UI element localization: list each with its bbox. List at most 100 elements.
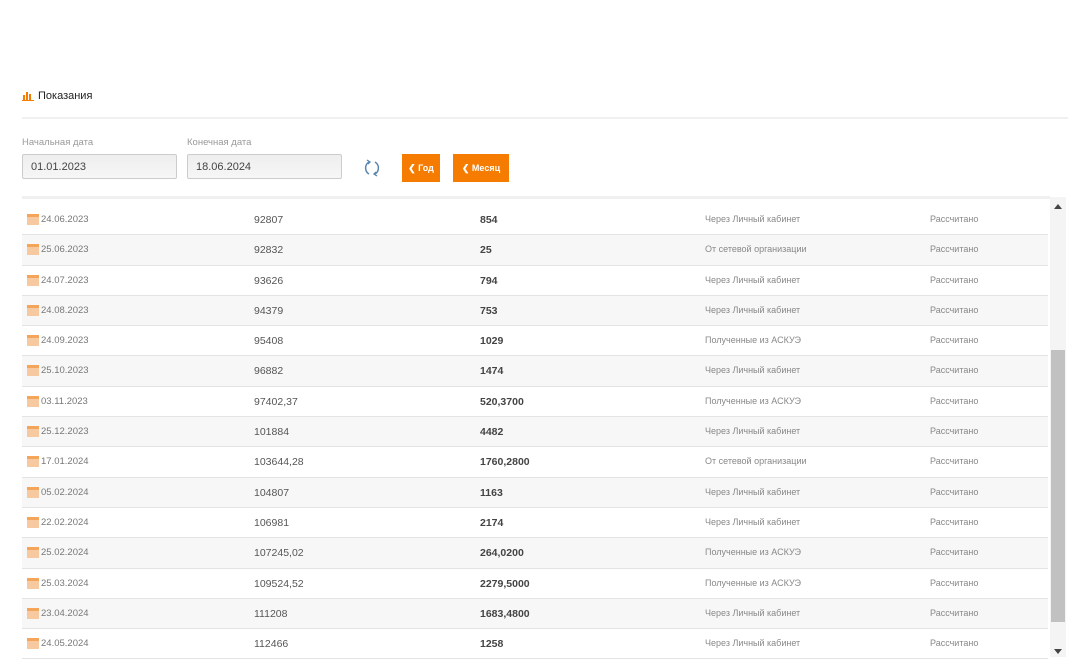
table-row[interactable]: 24.06.2023 92807 854 Через Личный кабине… [22, 205, 1048, 236]
source-cell: Через Личный кабинет [705, 486, 801, 497]
table-row[interactable]: 05.02.2024 104807 1163 Через Личный каби… [22, 477, 1048, 508]
date-cell: 23.04.2024 [27, 607, 89, 619]
consumption-cell: 1474 [480, 365, 504, 378]
consumption-cell: 1163 [480, 486, 503, 499]
section-title: Показания [22, 90, 92, 102]
consumption-cell: 4482 [480, 426, 504, 439]
source-cell: Через Личный кабинет [705, 214, 801, 224]
table-row[interactable]: 24.09.2023 95408 1029 Полученные из АСКУ… [22, 326, 1048, 357]
status-cell: Рассчитано [930, 365, 979, 376]
date-cell: 24.05.2024 [27, 638, 89, 650]
table-row[interactable]: 24.08.2023 94379 753 Через Личный кабине… [22, 295, 1048, 327]
calendar-icon [27, 244, 39, 256]
readings-table: 24.06.2023 92807 854 Через Личный кабине… [22, 205, 1048, 659]
reading-cell: 94379 [254, 304, 284, 317]
consumption-cell: 753 [480, 304, 498, 317]
source-cell: От сетевой организации [705, 244, 807, 255]
table-row[interactable]: 03.11.2023 97402,37 520,3700 Полученные … [22, 387, 1048, 418]
calendar-icon [27, 365, 39, 377]
calendar-icon [27, 516, 39, 528]
date-cell: 17.01.2024 [27, 456, 89, 468]
status-cell: Рассчитано [930, 516, 979, 527]
scroll-up-icon[interactable] [1054, 204, 1062, 209]
consumption-cell: 794 [480, 274, 498, 287]
calendar-icon [27, 274, 39, 286]
source-cell: Полученные из АСКУЭ [705, 547, 801, 558]
source-cell: Через Личный кабинет [705, 274, 801, 285]
scrollbar[interactable] [1050, 197, 1066, 657]
status-cell: Рассчитано [930, 577, 979, 588]
source-cell: Полученные из АСКУЭ [705, 335, 801, 346]
consumption-cell: 520,3700 [480, 395, 524, 408]
scroll-down-icon[interactable] [1054, 649, 1062, 654]
date-cell: 25.12.2023 [27, 426, 89, 438]
reading-cell: 97402,37 [254, 395, 298, 408]
table-row[interactable]: 25.12.2023 101884 4482 Через Личный каби… [22, 417, 1048, 448]
source-cell: Через Личный кабинет [705, 516, 801, 527]
status-cell: Рассчитано [930, 244, 979, 255]
status-cell: Рассчитано [930, 395, 979, 406]
calendar-icon [27, 638, 39, 650]
status-cell: Рассчитано [930, 274, 979, 285]
date-cell: 05.02.2024 [27, 486, 89, 498]
consumption-cell: 1683,4800 [480, 607, 530, 620]
date-cell: 25.10.2023 [27, 365, 89, 377]
reading-cell: 104807 [254, 486, 290, 499]
consumption-cell: 1029 [480, 335, 504, 348]
table-row[interactable]: 24.07.2023 93626 794 Через Личный кабине… [22, 266, 1048, 296]
calendar-icon [27, 607, 39, 619]
section-title-text: Показания [38, 90, 93, 102]
reading-cell: 96882 [254, 365, 284, 378]
calendar-icon [27, 304, 39, 316]
divider [22, 196, 1050, 199]
previous-month-button[interactable]: ❮ Месяц [453, 154, 509, 182]
refresh-icon[interactable] [362, 158, 382, 178]
source-cell: Полученные из АСКУЭ [705, 577, 801, 588]
consumption-cell: 1760,2800 [480, 456, 530, 469]
table-row[interactable]: 25.10.2023 96882 1474 Через Личный кабин… [22, 356, 1048, 387]
consumption-cell: 2279,5000 [480, 577, 530, 590]
previous-year-button[interactable]: ❮ Год [402, 154, 440, 182]
end-date-input[interactable]: 18.06.2024 [187, 154, 342, 179]
start-date-input[interactable]: 01.01.2023 [22, 154, 177, 179]
reading-cell: 101884 [254, 426, 290, 439]
consumption-cell: 1258 [480, 638, 504, 651]
bar-chart-icon [22, 92, 34, 101]
status-cell: Рассчитано [930, 335, 979, 346]
date-cell: 24.08.2023 [27, 304, 89, 316]
date-cell: 22.02.2024 [27, 516, 89, 528]
reading-cell: 92832 [254, 244, 284, 257]
source-cell: Через Личный кабинет [705, 304, 801, 315]
reading-cell: 106981 [254, 516, 290, 529]
calendar-icon [27, 486, 39, 498]
source-cell: От сетевой организации [705, 456, 807, 467]
calendar-icon [27, 456, 39, 468]
reading-cell: 103644,28 [254, 456, 304, 469]
date-cell: 24.09.2023 [27, 335, 89, 347]
reading-cell: 109524,52 [254, 577, 304, 590]
table-row[interactable]: 22.02.2024 106981 2174 Через Личный каби… [22, 508, 1048, 539]
calendar-icon [27, 577, 39, 589]
reading-cell: 111208 [254, 607, 288, 620]
date-cell: 25.03.2024 [27, 577, 89, 589]
status-cell: Рассчитано [930, 214, 979, 224]
date-cell: 25.06.2023 [27, 244, 89, 256]
reading-cell: 92807 [254, 214, 284, 226]
consumption-cell: 264,0200 [480, 547, 524, 560]
status-cell: Рассчитано [930, 547, 979, 558]
table-row[interactable]: 25.02.2024 107245,02 264,0200 Полученные… [22, 538, 1048, 569]
date-cell: 24.07.2023 [27, 274, 89, 286]
table-row[interactable]: 23.04.2024 111208 1683,4800 Через Личный… [22, 598, 1048, 630]
reading-cell: 112466 [254, 638, 289, 651]
consumption-cell: 854 [480, 214, 498, 226]
divider [22, 117, 1068, 119]
scrollbar-thumb[interactable] [1051, 350, 1065, 622]
table-row[interactable]: 25.06.2023 92832 25 От сетевой организац… [22, 235, 1048, 266]
table-row[interactable]: 17.01.2024 103644,28 1760,2800 От сетево… [22, 447, 1048, 478]
consumption-cell: 25 [480, 244, 492, 257]
calendar-icon [27, 395, 39, 407]
status-cell: Рассчитано [930, 426, 979, 437]
table-row[interactable]: 25.03.2024 109524,52 2279,5000 Полученны… [22, 569, 1048, 599]
table-row[interactable]: 24.05.2024 112466 1258 Через Личный каби… [22, 629, 1048, 659]
date-cell: 25.02.2024 [27, 547, 89, 559]
